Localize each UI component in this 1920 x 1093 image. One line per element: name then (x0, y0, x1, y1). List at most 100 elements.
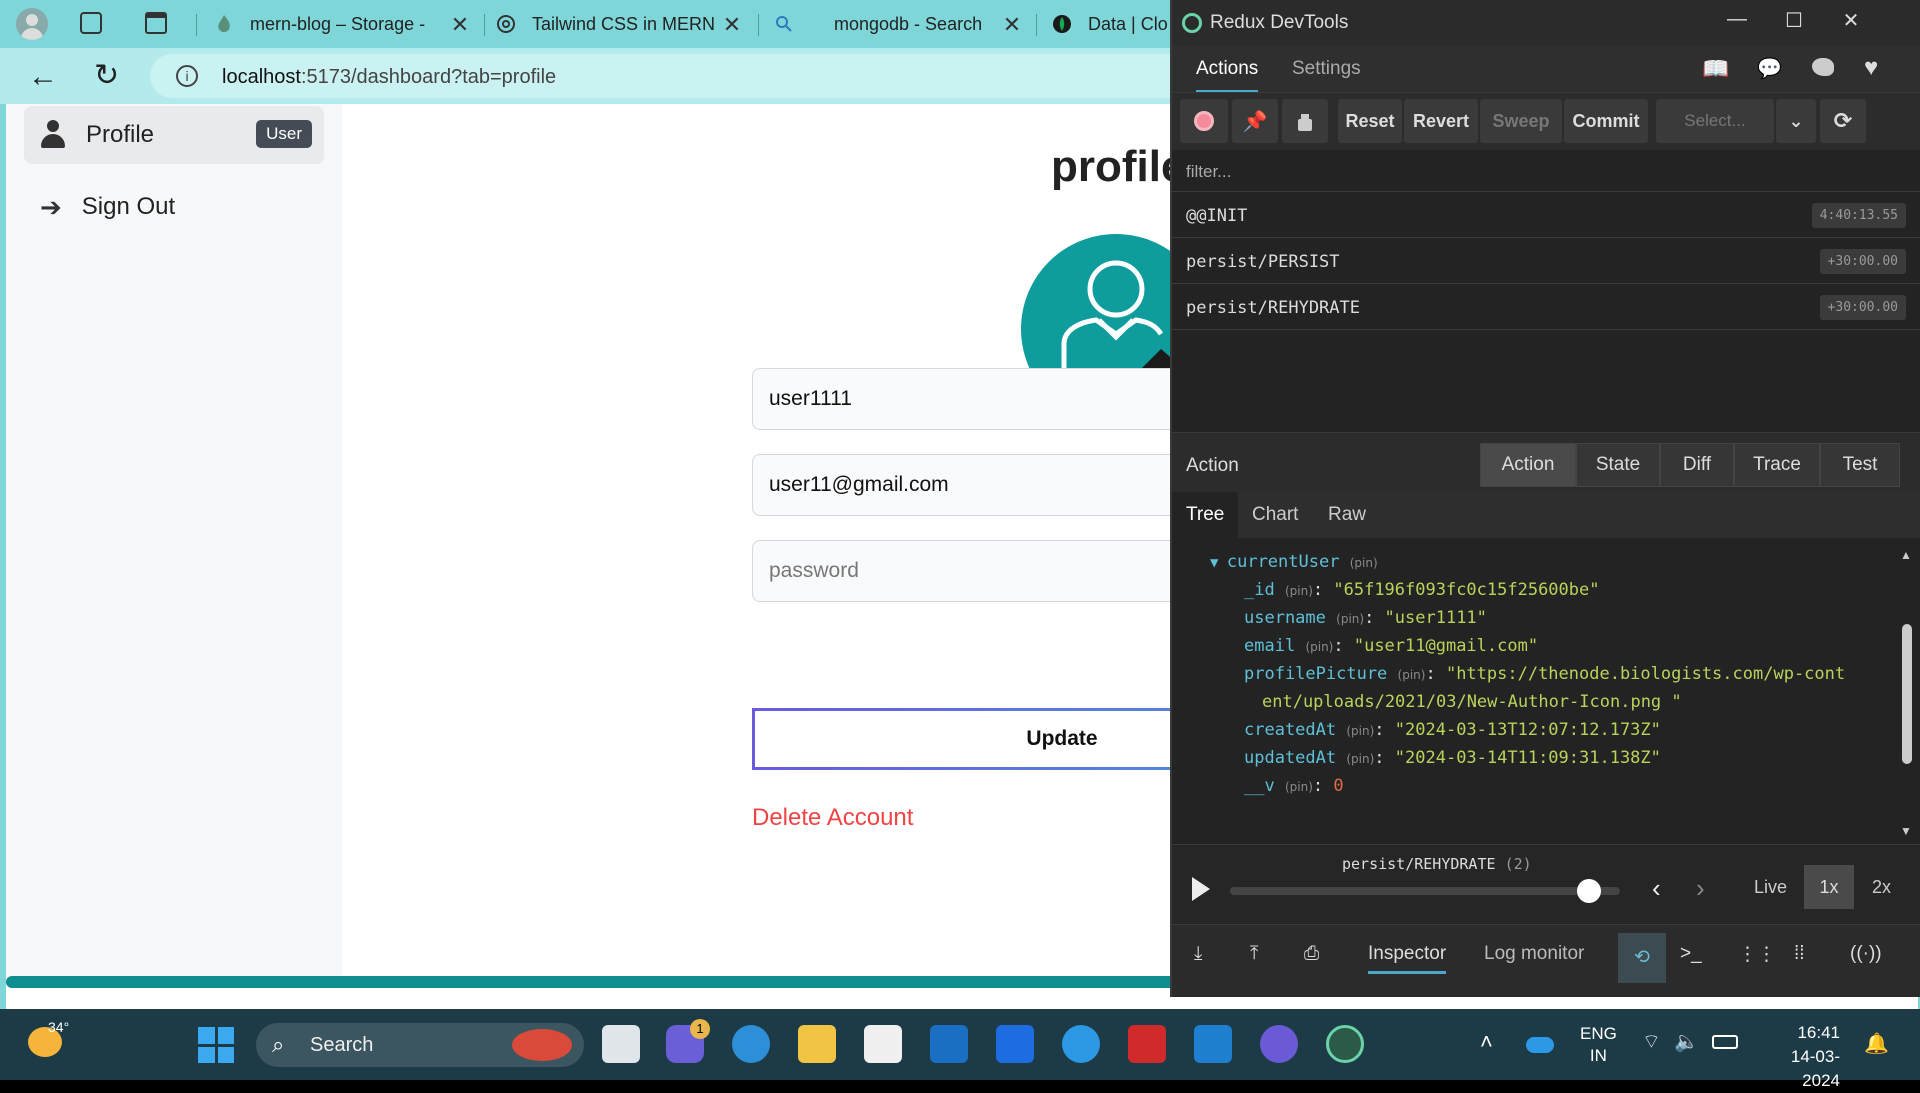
upload-icon[interactable]: ⤒ (1250, 943, 1258, 965)
tab-tailwind[interactable]: Tailwind CSS in MERN ✕ (496, 6, 744, 42)
pin-label[interactable]: (pin) (1346, 724, 1374, 738)
scroll-up-icon[interactable]: ▲ (1900, 548, 1912, 562)
language-indicator[interactable]: ENG IN (1580, 1023, 1617, 1067)
filter-input[interactable]: filter... (1172, 150, 1920, 192)
action-row[interactable]: persist/REHYDRATE +30:00.00 (1172, 284, 1920, 330)
myhp-icon[interactable] (996, 1025, 1034, 1063)
pin-button[interactable]: 📌 (1232, 99, 1278, 143)
edge-icon[interactable] (732, 1025, 770, 1063)
book-icon[interactable]: 📖 (1702, 56, 1729, 82)
start-icon[interactable] (198, 1027, 234, 1063)
clock[interactable]: 16:41 14-03-2024 (1760, 1021, 1840, 1093)
grid-icon[interactable]: ⋮⋮ (1738, 943, 1776, 966)
play-icon[interactable] (1192, 877, 1210, 901)
sync-icon[interactable]: ⟳ (1820, 99, 1866, 143)
taskbar-search[interactable]: ⌕ Search (256, 1023, 584, 1067)
close-icon[interactable]: ✕ (448, 12, 472, 38)
lock-button[interactable] (1282, 99, 1328, 143)
terminal-icon[interactable]: >_ (1680, 943, 1702, 965)
slider-thumb[interactable] (1576, 879, 1601, 903)
microsoft-store-icon[interactable] (864, 1025, 902, 1063)
live-button[interactable]: Live (1754, 877, 1787, 898)
record-button[interactable] (1180, 99, 1228, 143)
pin-label[interactable]: (pin) (1398, 668, 1426, 682)
tree-scrollbar[interactable]: ▲ ▼ (1900, 548, 1914, 838)
info-icon[interactable]: i (176, 65, 198, 87)
tab-raw[interactable]: Raw (1328, 504, 1366, 526)
heart-icon[interactable]: ♥ (1864, 54, 1878, 82)
pin-label[interactable]: (pin) (1305, 640, 1333, 654)
download-icon[interactable]: ⤓ (1194, 943, 1202, 965)
chevron-left-icon[interactable]: ‹ (1652, 873, 1661, 904)
print-icon[interactable]: ⎙ (1304, 943, 1319, 965)
redux-devtools-taskbar-icon[interactable] (1326, 1025, 1364, 1063)
pin-label[interactable]: (pin) (1346, 752, 1374, 766)
battery-icon[interactable] (1712, 1035, 1738, 1049)
tab-test[interactable]: Test (1820, 443, 1900, 487)
task-view-icon[interactable] (602, 1025, 640, 1063)
sweep-button[interactable]: Sweep (1480, 99, 1562, 143)
back-icon[interactable]: ← (28, 60, 58, 94)
remote-icon[interactable]: ((·)) (1850, 943, 1882, 965)
close-icon[interactable]: ✕ (1000, 12, 1024, 38)
tab-state[interactable]: State (1576, 443, 1660, 487)
tab-action[interactable]: Action (1480, 443, 1576, 487)
tab-mern-blog[interactable]: mern-blog – Storage - ✕ (214, 6, 472, 42)
help-icon[interactable] (1062, 1025, 1100, 1063)
pin-label[interactable]: (pin) (1285, 780, 1313, 794)
sidebar-item-sign-out[interactable]: ➔ Sign Out (24, 178, 324, 236)
reset-button[interactable]: Reset (1338, 99, 1402, 143)
refresh-icon[interactable]: ↻ (94, 58, 119, 93)
vscode-icon[interactable] (1194, 1025, 1232, 1063)
pin-label[interactable]: (pin) (1350, 556, 1378, 570)
close-icon[interactable]: ✕ (720, 12, 744, 38)
inspector-monitor-tab[interactable]: Inspector (1368, 943, 1447, 974)
tab-mongodb-search[interactable]: mongodb - Search ✕ (774, 6, 1024, 42)
tab-chart[interactable]: Chart (1252, 504, 1298, 526)
pin-label[interactable]: (pin) (1285, 584, 1313, 598)
sidebar-item-profile[interactable]: Profile User (24, 106, 324, 164)
revert-button[interactable]: Revert (1404, 99, 1478, 143)
action-row[interactable]: persist/PERSIST +30:00.00 (1172, 238, 1920, 284)
slider-track[interactable] (1230, 879, 1620, 903)
tab-trace[interactable]: Trace (1734, 443, 1820, 487)
pin-label[interactable]: (pin) (1336, 612, 1364, 626)
chevron-up-icon[interactable]: ˄ (1480, 1029, 1493, 1055)
notification-bell-icon[interactable]: 🔔 (1864, 1031, 1889, 1056)
log-monitor-tab[interactable]: Log monitor (1484, 943, 1584, 965)
commit-button[interactable]: Commit (1564, 99, 1648, 143)
tab-actions[interactable]: Actions (1196, 58, 1259, 93)
delete-account-link[interactable]: Delete Account (752, 804, 913, 832)
action-row[interactable]: @@INIT 4:40:13.55 (1172, 192, 1920, 238)
tab-diff[interactable]: Diff (1660, 443, 1734, 487)
speed-2x-button[interactable]: 2x (1872, 877, 1891, 898)
dispatcher-icon[interactable]: ⟲ (1618, 933, 1666, 983)
close-icon[interactable]: ✕ (1836, 8, 1866, 38)
mcafee-icon[interactable] (1128, 1025, 1166, 1063)
twitter-icon[interactable] (1812, 58, 1834, 76)
chat-icon[interactable]: 💬 (1757, 56, 1782, 81)
tree-root[interactable]: ▼ currentUser (pin) (1210, 552, 1378, 572)
app-circle-icon[interactable] (1260, 1025, 1298, 1063)
app-icon[interactable] (930, 1025, 968, 1063)
volume-icon[interactable]: 🔈 (1674, 1029, 1699, 1054)
tab-data-cloud[interactable]: Data | Clo (1052, 6, 1172, 42)
tab-tree[interactable]: Tree (1172, 492, 1238, 538)
wifi-icon[interactable]: ⌔ (1642, 1029, 1661, 1054)
onedrive-icon[interactable] (1526, 1037, 1554, 1053)
maximize-icon[interactable]: ☐ (1779, 8, 1809, 38)
search-icon: ⌕ (272, 1032, 285, 1057)
profile-avatar-icon[interactable] (16, 8, 48, 40)
collections-icon[interactable] (80, 12, 102, 34)
instance-select[interactable]: Select... (1656, 99, 1774, 143)
speed-1x-button[interactable]: 1x (1804, 865, 1854, 909)
chevron-right-icon[interactable]: › (1696, 873, 1705, 904)
chevron-down-icon[interactable]: ⌄ (1776, 99, 1816, 143)
tab-settings[interactable]: Settings (1292, 58, 1361, 80)
dots-grid-icon[interactable]: ⁞⁞ (1794, 943, 1805, 965)
scroll-down-icon[interactable]: ▼ (1900, 824, 1912, 838)
file-explorer-icon[interactable] (798, 1025, 836, 1063)
minimize-icon[interactable]: — (1722, 8, 1752, 38)
tab-actions-icon[interactable] (145, 12, 167, 34)
scroll-thumb[interactable] (1902, 624, 1912, 764)
